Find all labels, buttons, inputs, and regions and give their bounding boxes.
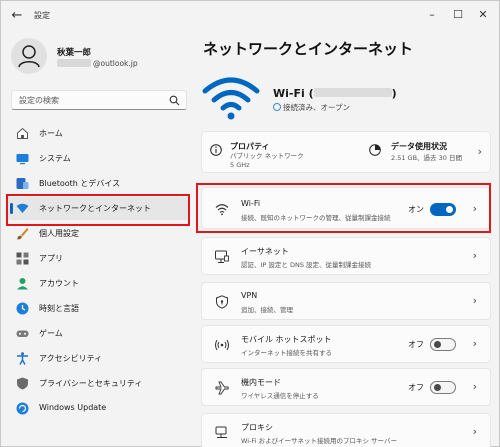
wifi-status-text: 接続済み、オープン (283, 103, 351, 112)
redacted-email-block (57, 59, 91, 67)
sidebar-item-label: アカウント (39, 279, 79, 288)
avatar[interactable] (11, 38, 47, 74)
sidebar-item-label: Windows Update (39, 403, 107, 412)
airplane-card-subtitle: ワイヤレス通信を停止する (241, 392, 319, 400)
accessibility-icon (17, 352, 28, 365)
sidebar-item-label: ホーム (39, 129, 63, 138)
back-arrow-icon[interactable]: ← (9, 8, 25, 24)
airplane-mode-card[interactable]: 機内モード ワイヤレス通信を停止する オフ › (201, 368, 491, 406)
window-title: 設定 (34, 11, 50, 20)
chevron-right-icon[interactable]: › (478, 145, 482, 158)
proxy-icon (215, 426, 227, 438)
sidebar-item-time-language[interactable]: 時刻と言語 (7, 297, 189, 320)
chevron-right-icon[interactable]: › (473, 294, 477, 307)
sidebar-item-label: アクセシビリティ (39, 354, 103, 363)
highlight-box-wifi (196, 183, 491, 233)
hotspot-card[interactable]: モバイル ホットスポット インターネット接続を共有する オフ › (201, 325, 491, 363)
sidebar-item-label: ゲーム (39, 329, 63, 338)
proxy-card[interactable]: プロキシ Wi-Fi およびイーサネット接続用のプロキシ サーバー › (201, 413, 491, 447)
close-button[interactable]: ✕ (473, 6, 493, 24)
chevron-right-icon[interactable]: › (473, 249, 477, 262)
airplane-card-title: 機内モード (241, 378, 281, 387)
email-domain: @outlook.jp (93, 59, 138, 68)
home-icon (17, 127, 28, 139)
globe-icon (273, 103, 281, 111)
page-title: ネットワークとインターネット (203, 40, 414, 58)
apps-icon (16, 252, 29, 265)
proxy-card-title: プロキシ (241, 423, 273, 432)
sidebar-item-label: アプリ (39, 254, 63, 263)
search-icon (169, 95, 180, 106)
chevron-right-icon[interactable]: › (473, 337, 477, 350)
wifi-name-suffix: ) (391, 87, 397, 100)
ethernet-card[interactable]: イーサネット 認証、IP 設定と DNS 設定、従量制課金接続 › (201, 237, 491, 275)
person-icon (18, 45, 40, 68)
system-icon (16, 154, 29, 165)
search-input[interactable]: 設定の検索 (11, 90, 187, 110)
ethernet-card-title: イーサネット (241, 247, 289, 256)
vpn-shield-icon (216, 295, 228, 309)
hotspot-icon (215, 339, 229, 351)
shield-icon (17, 377, 28, 390)
bluetooth-icon (16, 178, 29, 189)
properties-subtitle: パブリック ネットワーク 5 GHz (230, 152, 340, 170)
ethernet-icon (215, 250, 229, 263)
chevron-right-icon[interactable]: › (473, 425, 477, 438)
user-name: 秋葉一郎 (57, 48, 92, 58)
sidebar-item-label: Bluetooth とデバイス (39, 179, 121, 188)
hotspot-card-title: モバイル ホットスポット (241, 335, 332, 344)
network-band: 5 GHz (230, 161, 250, 169)
vpn-card[interactable]: VPN 追加、接続、管理 › (201, 282, 491, 320)
chevron-right-icon[interactable]: › (473, 380, 477, 393)
time-language-icon (16, 302, 29, 315)
minimize-button[interactable]: – (422, 6, 442, 24)
wifi-connection-status: 接続済み、オープン (273, 102, 350, 113)
sidebar-item-label: プライバシーとセキュリティ (39, 379, 143, 388)
proxy-card-subtitle: Wi-Fi およびイーサネット接続用のプロキシ サーバー (241, 437, 397, 445)
data-usage-subtitle: 2.51 GB、過去 30 日間 (391, 154, 462, 162)
airplane-toggle[interactable] (430, 381, 456, 394)
maximize-button[interactable]: ☐ (448, 6, 468, 24)
sidebar-item-label: 時刻と言語 (39, 304, 79, 313)
hotspot-state-label: オフ (408, 340, 424, 349)
sidebar-item-bluetooth[interactable]: Bluetooth とデバイス (7, 172, 189, 195)
title-bar: ← 設定 – ☐ ✕ (1, 1, 499, 31)
sidebar-item-accessibility[interactable]: アクセシビリティ (7, 347, 189, 370)
sidebar-item-home[interactable]: ホーム (7, 122, 189, 145)
update-icon (16, 402, 29, 415)
sidebar-item-label: システム (39, 154, 71, 163)
data-usage-title[interactable]: データ使用状況 (391, 141, 447, 152)
user-email: @outlook.jp (57, 59, 138, 68)
hotspot-card-subtitle: インターネット接続を共有する (241, 349, 332, 357)
wifi-network-name: Wi-Fi () (273, 87, 397, 100)
sidebar-item-label: 個人用設定 (39, 229, 79, 238)
wifi-large-icon (202, 77, 260, 120)
airplane-state-label: オフ (408, 383, 424, 392)
sidebar-item-system[interactable]: システム (7, 147, 189, 170)
sidebar-item-accounts[interactable]: アカウント (7, 272, 189, 295)
sidebar-item-windows-update[interactable]: Windows Update (7, 397, 189, 420)
account-icon (17, 278, 28, 290)
network-type: パブリック ネットワーク (230, 152, 304, 160)
sidebar-item-apps[interactable]: アプリ (7, 247, 189, 270)
settings-window: ← 設定 – ☐ ✕ 秋葉一郎 @outlook.jp 設定の検索 ホーム シス… (0, 0, 500, 447)
wifi-name-prefix: Wi-Fi ( (273, 87, 314, 100)
redacted-ssid-block (313, 88, 392, 97)
brush-icon (17, 228, 29, 240)
sidebar-item-gaming[interactable]: ゲーム (7, 322, 189, 345)
properties-title[interactable]: プロパティ (230, 141, 270, 152)
vpn-card-subtitle: 追加、接続、管理 (241, 306, 293, 314)
properties-card: プロパティ パブリック ネットワーク 5 GHz データ使用状況 2.51 GB、… (201, 131, 491, 173)
sidebar-item-privacy[interactable]: プライバシーとセキュリティ (7, 372, 189, 395)
info-icon[interactable] (210, 144, 222, 156)
hotspot-toggle[interactable] (430, 338, 456, 351)
search-placeholder: 設定の検索 (19, 96, 59, 105)
airplane-icon (215, 381, 229, 395)
ethernet-card-subtitle: 認証、IP 設定と DNS 設定、従量制課金接続 (241, 261, 372, 269)
data-usage-icon[interactable] (369, 144, 381, 156)
gaming-icon (16, 330, 29, 337)
vpn-card-title: VPN (241, 291, 258, 300)
highlight-box-sidebar (6, 194, 190, 226)
